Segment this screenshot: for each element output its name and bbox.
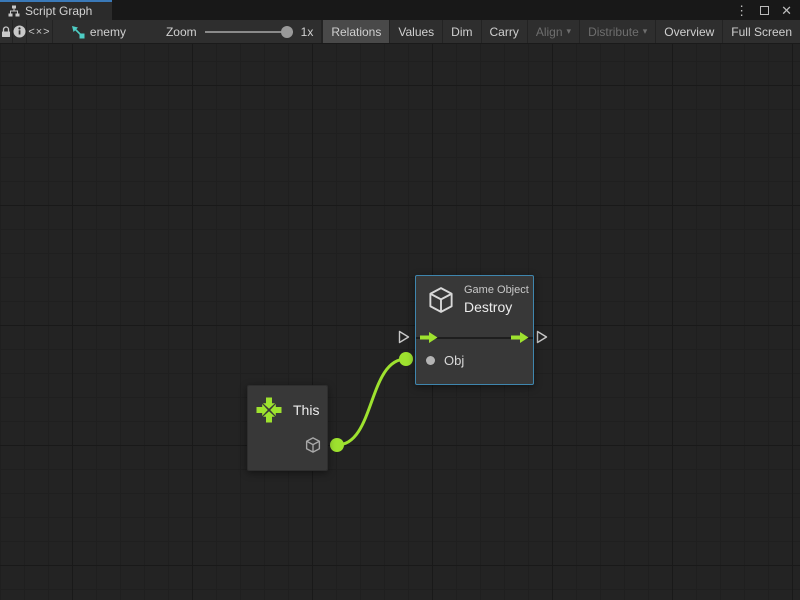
code-preview-button[interactable]: <×>	[27, 20, 53, 43]
graph-hierarchy-icon	[8, 5, 20, 17]
node-category: Game Object	[464, 284, 529, 296]
script-graph-window: Script Graph ⋮ ✕ <×>	[0, 0, 800, 600]
relations-button[interactable]: Relations	[322, 20, 389, 43]
graph-name-label: enemy	[90, 25, 126, 39]
window-controls: ⋮ ✕	[735, 0, 800, 20]
carry-button[interactable]: Carry	[481, 20, 527, 43]
lock-button[interactable]	[0, 20, 13, 43]
graph-canvas[interactable]: Game Object Destroy Obj	[0, 44, 800, 600]
this-node[interactable]: This	[247, 385, 328, 471]
flow-input-port[interactable]	[398, 330, 410, 344]
lock-icon	[0, 26, 12, 38]
destroy-node[interactable]: Game Object Destroy Obj	[415, 275, 534, 385]
maximize-icon[interactable]	[760, 6, 769, 15]
flow-in-arrow-icon[interactable]	[420, 331, 438, 344]
script-graph-asset-icon	[71, 25, 85, 39]
game-object-cube-icon	[426, 285, 456, 315]
menu-icon[interactable]: ⋮	[735, 4, 748, 17]
flow-out-arrow-icon[interactable]	[511, 331, 529, 344]
zoom-label: Zoom	[166, 25, 197, 39]
this-node-header: This	[255, 396, 319, 424]
align-dropdown[interactable]: Align ▾	[527, 20, 579, 43]
obj-input-port-dot[interactable]	[426, 356, 435, 365]
this-converge-icon	[255, 396, 283, 424]
distribute-dropdown[interactable]: Distribute ▾	[579, 20, 655, 43]
flow-output-port[interactable]	[536, 330, 548, 344]
dim-button[interactable]: Dim	[442, 20, 480, 43]
zoom-slider[interactable]	[205, 25, 293, 39]
tab-title: Script Graph	[25, 4, 92, 18]
values-button[interactable]: Values	[389, 20, 442, 43]
destroy-node-header: Game Object Destroy	[426, 284, 529, 315]
graph-breadcrumb[interactable]: enemy	[53, 20, 138, 43]
node-title: This	[293, 402, 319, 418]
obj-port-row: Obj	[426, 353, 464, 368]
zoom-value: 1x	[301, 25, 314, 39]
close-icon[interactable]: ✕	[781, 4, 792, 17]
tab-script-graph[interactable]: Script Graph	[0, 0, 112, 20]
graph-toolbar: <×> enemy Zoom 1x Relations Values D	[0, 20, 800, 44]
overview-button[interactable]: Overview	[655, 20, 722, 43]
obj-port-label: Obj	[444, 353, 464, 368]
chevron-down-icon: ▾	[643, 26, 648, 37]
info-button[interactable]	[13, 20, 27, 43]
zoom-slider-track	[205, 31, 293, 33]
node-title: Destroy	[464, 299, 529, 315]
code-brackets-icon: <×>	[28, 26, 50, 38]
tab-bar: Script Graph ⋮ ✕	[0, 0, 800, 20]
info-icon	[13, 25, 26, 38]
chevron-down-icon: ▾	[567, 26, 572, 37]
connection-wire	[0, 44, 800, 600]
fullscreen-button[interactable]: Full Screen	[722, 20, 800, 43]
zoom-control: Zoom 1x	[138, 20, 322, 43]
zoom-slider-handle[interactable]	[281, 26, 293, 38]
game-object-output-port-icon[interactable]	[304, 436, 322, 454]
